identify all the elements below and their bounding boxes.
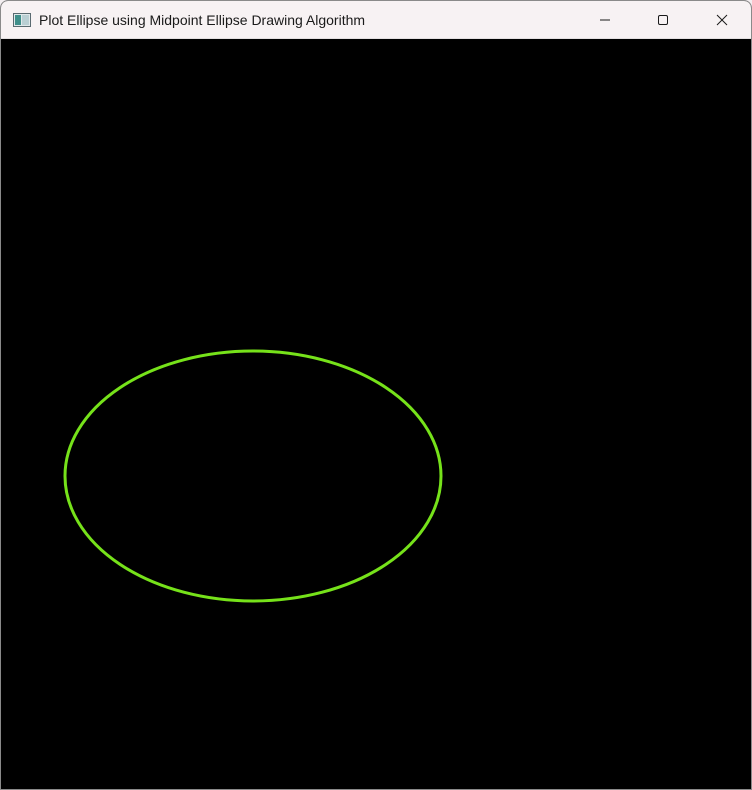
window-title: Plot Ellipse using Midpoint Ellipse Draw… bbox=[39, 12, 366, 28]
app-window: Plot Ellipse using Midpoint Ellipse Draw… bbox=[0, 0, 752, 790]
app-icon bbox=[13, 13, 31, 27]
canvas-background bbox=[1, 39, 751, 789]
close-icon bbox=[716, 14, 728, 26]
drawing-canvas[interactable] bbox=[1, 39, 751, 789]
maximize-icon bbox=[657, 14, 669, 26]
maximize-button[interactable] bbox=[634, 1, 692, 39]
minimize-button[interactable] bbox=[576, 1, 634, 39]
title-bar[interactable]: Plot Ellipse using Midpoint Ellipse Draw… bbox=[1, 1, 751, 39]
minimize-icon bbox=[599, 14, 611, 26]
close-button[interactable] bbox=[693, 1, 751, 39]
